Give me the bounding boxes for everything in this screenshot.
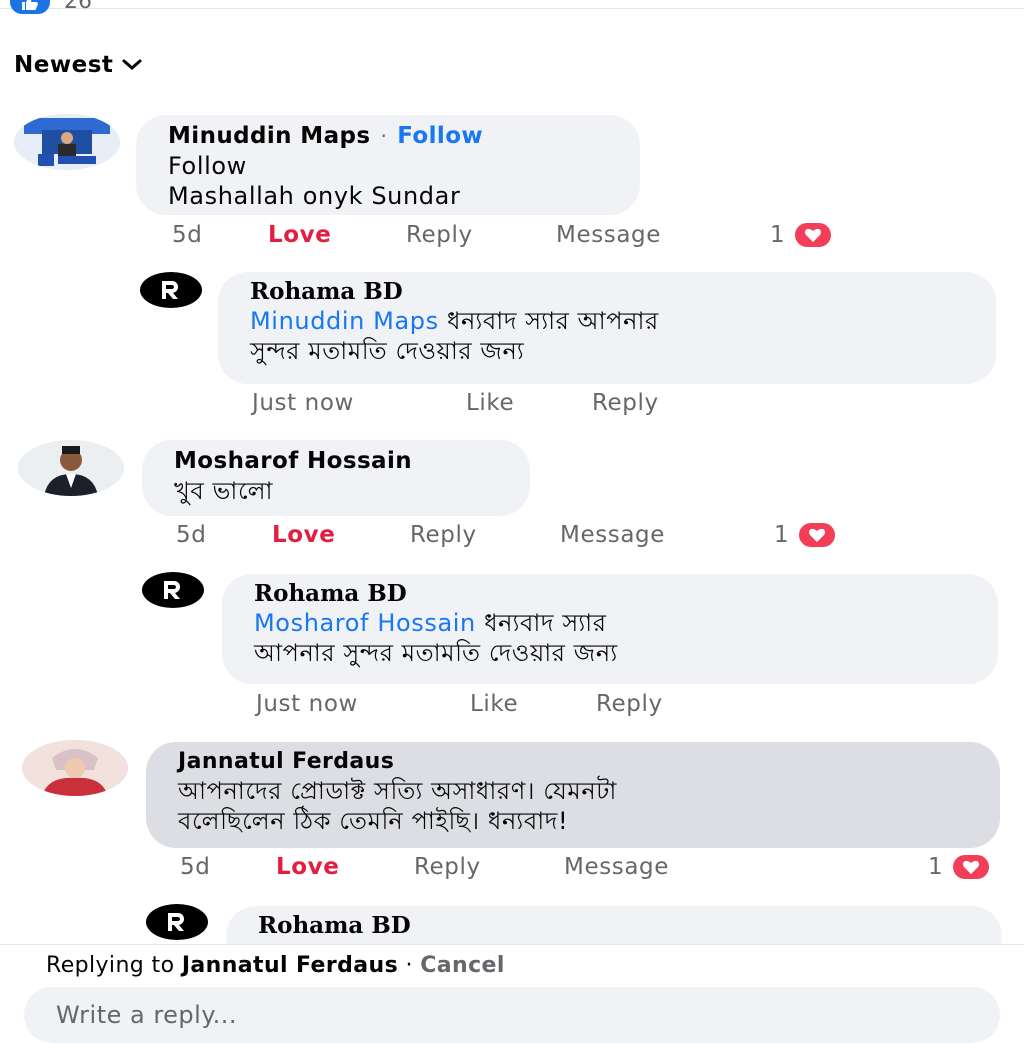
reply-text: ধন্যবাদ স্যার আপনার [438, 307, 659, 335]
message-button[interactable]: Message [560, 522, 665, 548]
reply-button[interactable]: Reply [410, 522, 560, 548]
rohama-logo-icon[interactable] [146, 904, 208, 940]
like-button[interactable]: Like [466, 390, 592, 416]
avatar[interactable] [22, 740, 128, 796]
replying-to-name: Jannatul Ferdaus [181, 953, 399, 978]
reply-author[interactable]: Rohama BD [254, 580, 968, 608]
like-icon [10, 0, 50, 14]
follow-button[interactable]: Follow [397, 121, 483, 151]
rohama-logo-icon[interactable] [142, 572, 204, 608]
reply-actions: Just now Like Reply [252, 390, 659, 416]
cancel-button[interactable]: Cancel [420, 953, 505, 978]
reply-text: সুন্দর মতামতি দেওয়ার জন্য [250, 337, 525, 365]
replying-prefix: Replying to [46, 953, 182, 978]
comment-author[interactable]: Jannatul Ferdaus [178, 748, 970, 776]
reaction-number: 1 [774, 522, 789, 548]
reply-button[interactable]: Reply [596, 691, 663, 717]
sort-dropdown[interactable]: Newest [14, 52, 143, 78]
love-button[interactable]: Love [268, 222, 406, 248]
reply-bubble: Rohama BD Mosharof Hossain ধন্যবাদ স্যার… [222, 574, 998, 684]
comment-text: Follow [168, 152, 247, 180]
avatar[interactable] [18, 440, 124, 496]
love-button[interactable]: Love [272, 522, 410, 548]
reaction-summary[interactable]: 26 [10, 0, 92, 22]
reply-text: ধন্যবাদ স্যার [475, 609, 607, 637]
reply-button[interactable]: Reply [414, 854, 564, 880]
reply-actions: Just now Like Reply [256, 691, 663, 717]
mention-link[interactable]: Minuddin Maps [250, 307, 439, 335]
reply-time[interactable]: Just now [252, 390, 466, 416]
divider [0, 8, 1024, 9]
comment-bubble: Minuddin Maps · Follow Follow Mashallah … [136, 115, 640, 215]
comment-author[interactable]: Minuddin Maps [168, 121, 370, 151]
love-button[interactable]: Love [276, 854, 414, 880]
reply-time[interactable]: Just now [256, 691, 470, 717]
replying-indicator: Replying to Jannatul Ferdaus · Cancel [46, 953, 505, 978]
comment-text: বলেছিলেন ঠিক তেমনি পাইছি। ধন্যবাদ! [178, 807, 569, 835]
sort-label: Newest [14, 52, 114, 78]
comment-actions: 5d Love Reply Message [180, 854, 669, 880]
comment-time[interactable]: 5d [180, 854, 276, 880]
comment-actions: 5d Love Reply Message [172, 222, 661, 248]
reaction-count[interactable]: 1 [770, 222, 831, 248]
comment-bubble: Mosharof Hossain খুব ভালো [142, 440, 530, 516]
heart-icon [952, 855, 989, 879]
comment-text: আপনাদের প্রোডাক্ট সত্যি অসাধারণ। যেমনটা [178, 777, 617, 805]
comment-bubble: Jannatul Ferdaus আপনাদের প্রোডাক্ট সত্যি… [146, 742, 1000, 848]
reply-author[interactable]: Rohama BD [250, 278, 966, 306]
reply-bubble: Rohama BD Minuddin Maps ধন্যবাদ স্যার আপ… [218, 272, 996, 384]
comment-actions: 5d Love Reply Message [176, 522, 665, 548]
reply-author[interactable]: Rohama BD [258, 912, 972, 940]
mention-link[interactable]: Mosharof Hossain [254, 609, 476, 637]
comment-text: খুব ভালো [174, 477, 274, 505]
reaction-number: 1 [928, 854, 943, 880]
comment-time[interactable]: 5d [176, 522, 272, 548]
heart-icon [798, 523, 835, 547]
comment-time[interactable]: 5d [172, 222, 268, 248]
message-button[interactable]: Message [564, 854, 669, 880]
reply-button[interactable]: Reply [592, 390, 659, 416]
reaction-count[interactable]: 1 [928, 854, 989, 880]
separator: · [380, 124, 388, 148]
heart-icon [794, 223, 831, 247]
rohama-logo-icon[interactable] [140, 272, 202, 308]
like-count: 26 [64, 0, 92, 14]
avatar[interactable] [14, 114, 120, 170]
message-button[interactable]: Message [556, 222, 661, 248]
reply-button[interactable]: Reply [406, 222, 556, 248]
chevron-down-icon [122, 59, 142, 70]
comment-author[interactable]: Mosharof Hossain [174, 446, 500, 476]
comment-text: Mashallah onyk Sundar [168, 182, 461, 210]
reaction-number: 1 [770, 222, 785, 248]
separator: · [398, 953, 421, 978]
reaction-count[interactable]: 1 [774, 522, 835, 548]
reply-composer: Replying to Jannatul Ferdaus · Cancel [0, 944, 1024, 1043]
reply-input[interactable] [24, 987, 1000, 1043]
like-button[interactable]: Like [470, 691, 596, 717]
reply-text: আপনার সুন্দর মতামতি দেওয়ার জন্য [254, 639, 618, 667]
